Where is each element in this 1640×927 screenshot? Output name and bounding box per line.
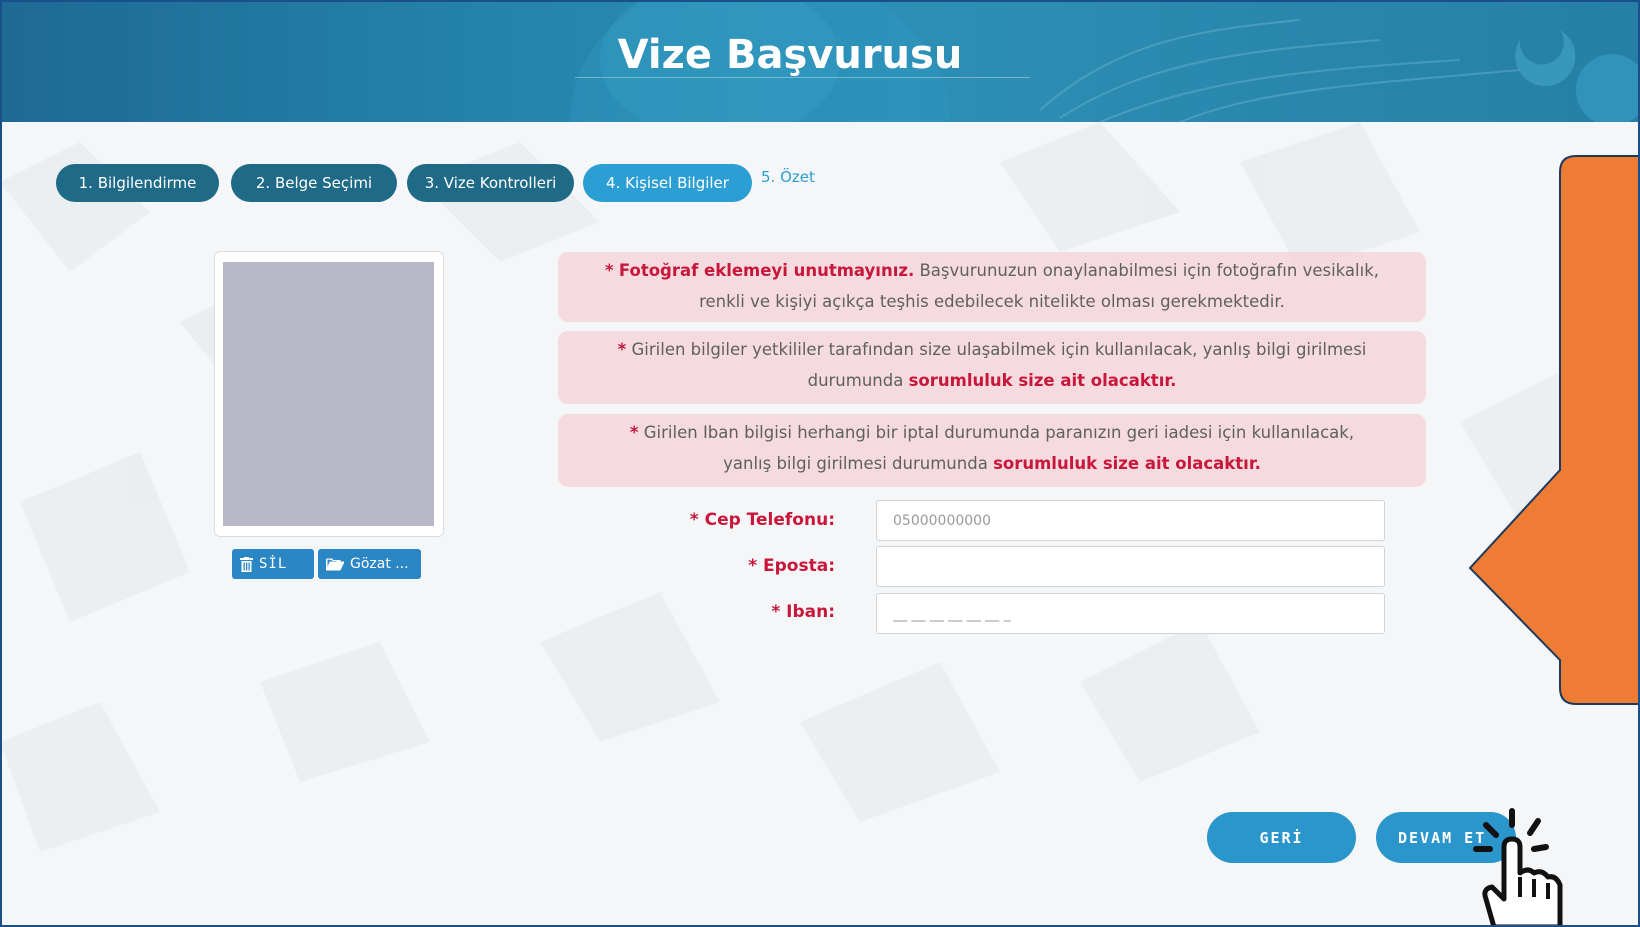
step-belge-secimi[interactable]: 2. Belge Seçimi <box>231 164 397 202</box>
iban-notice: * Girilen Iban bilgisi herhangi bir ipta… <box>558 414 1426 487</box>
callout-arrow-shape <box>1468 155 1640 705</box>
step-bilgilendirme[interactable]: 1. Bilgilendirme <box>56 164 219 202</box>
delete-photo-label: SİL <box>259 556 288 572</box>
phone-input[interactable] <box>876 500 1385 541</box>
photo-notice: * Fotoğraf eklemeyi unutmayınız. Başvuru… <box>558 252 1426 322</box>
notice-emphasis: sorumluluk size ait olacaktır. <box>908 371 1177 390</box>
phone-label: * Cep Telefonu: <box>689 510 835 530</box>
iban-label: * Iban: <box>771 602 835 622</box>
info-responsibility-notice: * Girilen bilgiler yetkililer tarafından… <box>558 331 1426 404</box>
step-vize-kontrolleri[interactable]: 3. Vize Kontrolleri <box>407 164 574 202</box>
notice-text: renkli ve kişiyi açıkça teşhis edebilece… <box>699 292 1285 311</box>
page-title: Vize Başvurusu <box>617 32 963 78</box>
notice-emphasis: sorumluluk size ait olacaktır. <box>993 454 1261 473</box>
hand-pointer-click-icon <box>1473 808 1563 927</box>
notice-text: Girilen bilgiler yetkililer tarafından s… <box>631 340 1367 359</box>
notice-star: * <box>617 340 627 359</box>
notice-emphasis: Fotoğraf eklemeyi unutmayınız. <box>618 261 915 280</box>
step-kisisel-bilgiler[interactable]: 4. Kişisel Bilgiler <box>583 164 752 202</box>
notice-text: yanlış bilgi girilmesi durumunda <box>723 454 988 473</box>
photo-placeholder[interactable] <box>223 262 434 526</box>
back-button[interactable]: GERİ <box>1207 812 1356 863</box>
delete-photo-button[interactable]: SİL <box>232 549 314 579</box>
browse-photo-button[interactable]: Gözat ... <box>318 549 421 579</box>
notice-text: Başvurunuzun onaylanabilmesi için fotoğr… <box>919 261 1380 280</box>
notice-star: * <box>604 261 614 280</box>
browse-photo-label: Gözat ... <box>350 556 409 572</box>
email-label: * Eposta: <box>748 556 835 576</box>
title-underline <box>575 77 1030 78</box>
trash-icon <box>240 556 253 572</box>
iban-input[interactable] <box>876 593 1385 634</box>
folder-open-icon <box>326 558 344 571</box>
notice-text: Girilen Iban bilgisi herhangi bir iptal … <box>643 423 1355 442</box>
notice-star: * <box>629 423 639 442</box>
email-input[interactable] <box>876 546 1385 587</box>
notice-text: durumunda <box>807 371 904 390</box>
step-ozet: 5. Özet <box>761 168 815 186</box>
page-header: Vize Başvurusu <box>0 0 1640 122</box>
